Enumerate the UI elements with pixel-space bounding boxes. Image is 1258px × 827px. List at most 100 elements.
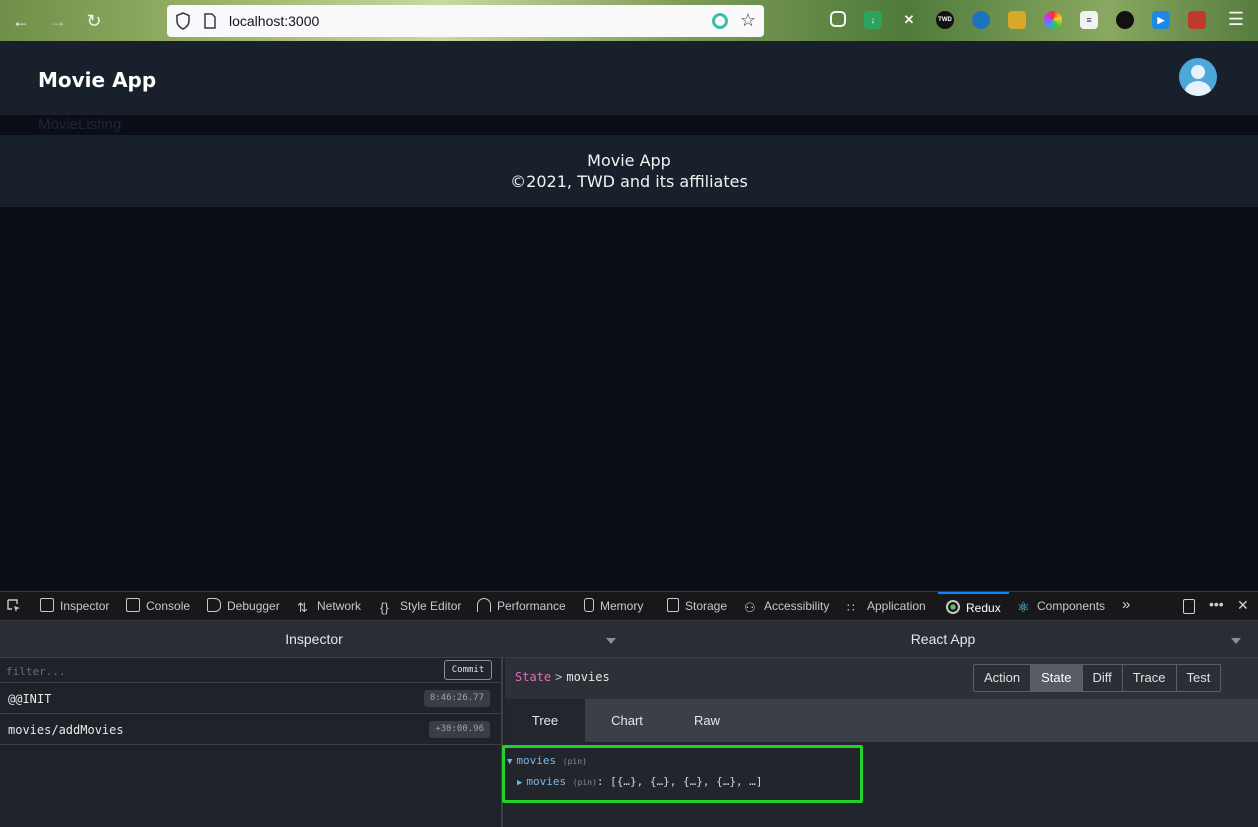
tree-node-child[interactable]: ▶ movies (pin): [{…}, {…}, {…}, {…}, …] bbox=[517, 775, 762, 788]
action-name: @@INIT bbox=[8, 692, 52, 706]
responsive-design-icon[interactable] bbox=[1183, 599, 1195, 614]
action-mode-button[interactable]: Action bbox=[974, 665, 1032, 691]
folder-extension-icon[interactable] bbox=[1008, 11, 1026, 29]
breadcrumb-separator: > bbox=[555, 670, 563, 684]
extension-icon[interactable] bbox=[712, 13, 728, 29]
tab-memory[interactable]: Memory bbox=[584, 592, 643, 621]
trace-mode-button[interactable]: Trace bbox=[1122, 665, 1177, 691]
more-tabs-icon[interactable]: » bbox=[1122, 596, 1130, 613]
tab-storage-label: Storage bbox=[685, 599, 728, 613]
action-time: 8:46:26.77 bbox=[423, 690, 490, 707]
network-icon: ⇅ bbox=[297, 600, 308, 615]
mode-buttons: Action State Diff Trace Test bbox=[973, 664, 1222, 692]
page-info-icon[interactable] bbox=[203, 13, 217, 29]
chevron-down-icon[interactable] bbox=[1231, 638, 1241, 644]
performance-icon bbox=[477, 598, 491, 612]
tab-components-label: Components bbox=[1037, 599, 1106, 613]
tab-redux[interactable]: Redux bbox=[938, 592, 1009, 621]
tab-redux-label: Redux bbox=[966, 601, 1001, 615]
pin-extension-icon[interactable]: ✕ bbox=[900, 11, 918, 29]
url-bar[interactable]: localhost:3000 ☆ bbox=[167, 5, 764, 37]
tab-performance[interactable]: Performance bbox=[477, 592, 566, 621]
tree-key: movies bbox=[526, 775, 567, 788]
tab-raw[interactable]: Raw bbox=[667, 699, 747, 742]
expanded-arrow-icon[interactable]: ▼ bbox=[507, 757, 512, 767]
filter-input[interactable] bbox=[6, 662, 426, 680]
color-picker-icon[interactable] bbox=[1044, 11, 1062, 29]
user-avatar-icon[interactable] bbox=[1179, 58, 1217, 96]
chevron-down-icon[interactable] bbox=[606, 638, 616, 644]
react-icon: ⚛ bbox=[1017, 599, 1030, 615]
globe-extension-icon[interactable] bbox=[972, 11, 990, 29]
tab-style-editor-label: Style Editor bbox=[400, 599, 462, 613]
filter-row: Commit bbox=[0, 658, 501, 683]
element-picker-icon[interactable] bbox=[6, 592, 26, 621]
tab-network-label: Network bbox=[317, 599, 362, 613]
action-time: +30:00.96 bbox=[429, 721, 490, 738]
pin-label[interactable]: (pin) bbox=[573, 778, 597, 787]
tab-style-editor[interactable]: {} Style Editor bbox=[380, 592, 461, 621]
action-list-pane: Commit @@INIT 8:46:26.77 movies/addMovie… bbox=[0, 658, 503, 827]
more-options-icon[interactable]: ••• bbox=[1209, 596, 1224, 612]
tab-network[interactable]: ⇅ Network bbox=[297, 592, 361, 621]
twd-extension-icon[interactable]: TWD bbox=[936, 11, 954, 29]
tab-tree[interactable]: Tree bbox=[505, 699, 585, 742]
commit-button[interactable]: Commit bbox=[444, 660, 492, 680]
redux-icon bbox=[946, 600, 960, 614]
tab-console[interactable]: Console bbox=[126, 592, 190, 621]
gnome-extension-icon[interactable] bbox=[1116, 11, 1134, 29]
tab-application[interactable]: ∷ Application bbox=[847, 592, 926, 621]
download-icon[interactable]: ↓ bbox=[864, 11, 882, 29]
video-extension-icon[interactable]: ▶ bbox=[1152, 11, 1170, 29]
debugger-icon bbox=[207, 598, 221, 612]
pin-label[interactable]: (pin) bbox=[563, 757, 587, 766]
collapsed-arrow-icon[interactable]: ▶ bbox=[517, 778, 522, 788]
storage-icon bbox=[667, 598, 679, 612]
tree-node-root[interactable]: ▼ movies (pin) bbox=[507, 754, 587, 767]
memory-icon bbox=[584, 598, 594, 612]
breadcrumb: State > movies bbox=[515, 670, 610, 684]
test-mode-button[interactable]: Test bbox=[1176, 665, 1221, 691]
app-footer: Movie App ©2021, TWD and its affiliates bbox=[0, 135, 1258, 207]
app-title[interactable]: Movie App bbox=[38, 68, 156, 92]
action-list-item[interactable]: movies/addMovies +30:00.96 bbox=[0, 714, 501, 745]
application-icon: ∷ bbox=[847, 601, 855, 615]
pocket-icon[interactable] bbox=[830, 11, 846, 27]
reload-icon[interactable]: ↻ bbox=[83, 10, 105, 32]
app-header: Movie App bbox=[0, 41, 1258, 115]
state-mode-button[interactable]: State bbox=[1031, 665, 1083, 691]
url-text[interactable]: localhost:3000 bbox=[229, 13, 319, 29]
browser-toolbar: ← → ↻ localhost:3000 ☆ ↓ ✕ TWD ≡ ▶ ☰ bbox=[0, 0, 1258, 41]
tab-components[interactable]: ⚛ Components bbox=[1017, 592, 1105, 621]
app-body bbox=[0, 207, 1258, 591]
diff-mode-button[interactable]: Diff bbox=[1082, 665, 1123, 691]
tab-inspector[interactable]: Inspector bbox=[40, 592, 109, 621]
close-devtools-icon[interactable]: ✕ bbox=[1237, 597, 1249, 614]
breadcrumb-row: State > movies Action State Diff Trace Tes… bbox=[505, 658, 1258, 699]
breadcrumb-root[interactable]: State bbox=[515, 670, 551, 684]
action-list-item[interactable]: @@INIT 8:46:26.77 bbox=[0, 683, 501, 714]
forward-icon[interactable]: → bbox=[47, 10, 69, 32]
tab-chart[interactable]: Chart bbox=[587, 699, 667, 742]
tab-performance-label: Performance bbox=[497, 599, 566, 613]
back-icon[interactable]: ← bbox=[10, 10, 32, 32]
instance-select[interactable]: React App bbox=[628, 621, 1258, 658]
tab-inspector-label: Inspector bbox=[60, 599, 110, 613]
movie-listing-label: MovieListing bbox=[38, 116, 122, 133]
devtools-panel: Inspector Console Debugger ⇅ Network {} St… bbox=[0, 591, 1258, 827]
tab-accessibility[interactable]: ⚇ Accessibility bbox=[744, 592, 829, 621]
tracking-shield-icon[interactable] bbox=[175, 12, 191, 30]
hamburger-menu-icon[interactable]: ☰ bbox=[1228, 9, 1244, 30]
notes-extension-icon[interactable]: ≡ bbox=[1080, 11, 1098, 29]
tree-key: movies bbox=[516, 754, 557, 767]
breadcrumb-path[interactable]: movies bbox=[566, 670, 609, 684]
monitor-select[interactable]: Inspector bbox=[0, 621, 628, 658]
instance-select-label: React App bbox=[910, 631, 976, 647]
addon-extension-icon[interactable] bbox=[1188, 11, 1206, 29]
bookmark-star-icon[interactable]: ☆ bbox=[740, 10, 756, 31]
tab-debugger[interactable]: Debugger bbox=[207, 592, 280, 621]
tab-accessibility-label: Accessibility bbox=[764, 599, 830, 613]
footer-copyright: ©2021, TWD and its affiliates bbox=[510, 172, 748, 191]
tab-storage[interactable]: Storage bbox=[667, 592, 727, 621]
action-name: movies/addMovies bbox=[8, 723, 124, 737]
